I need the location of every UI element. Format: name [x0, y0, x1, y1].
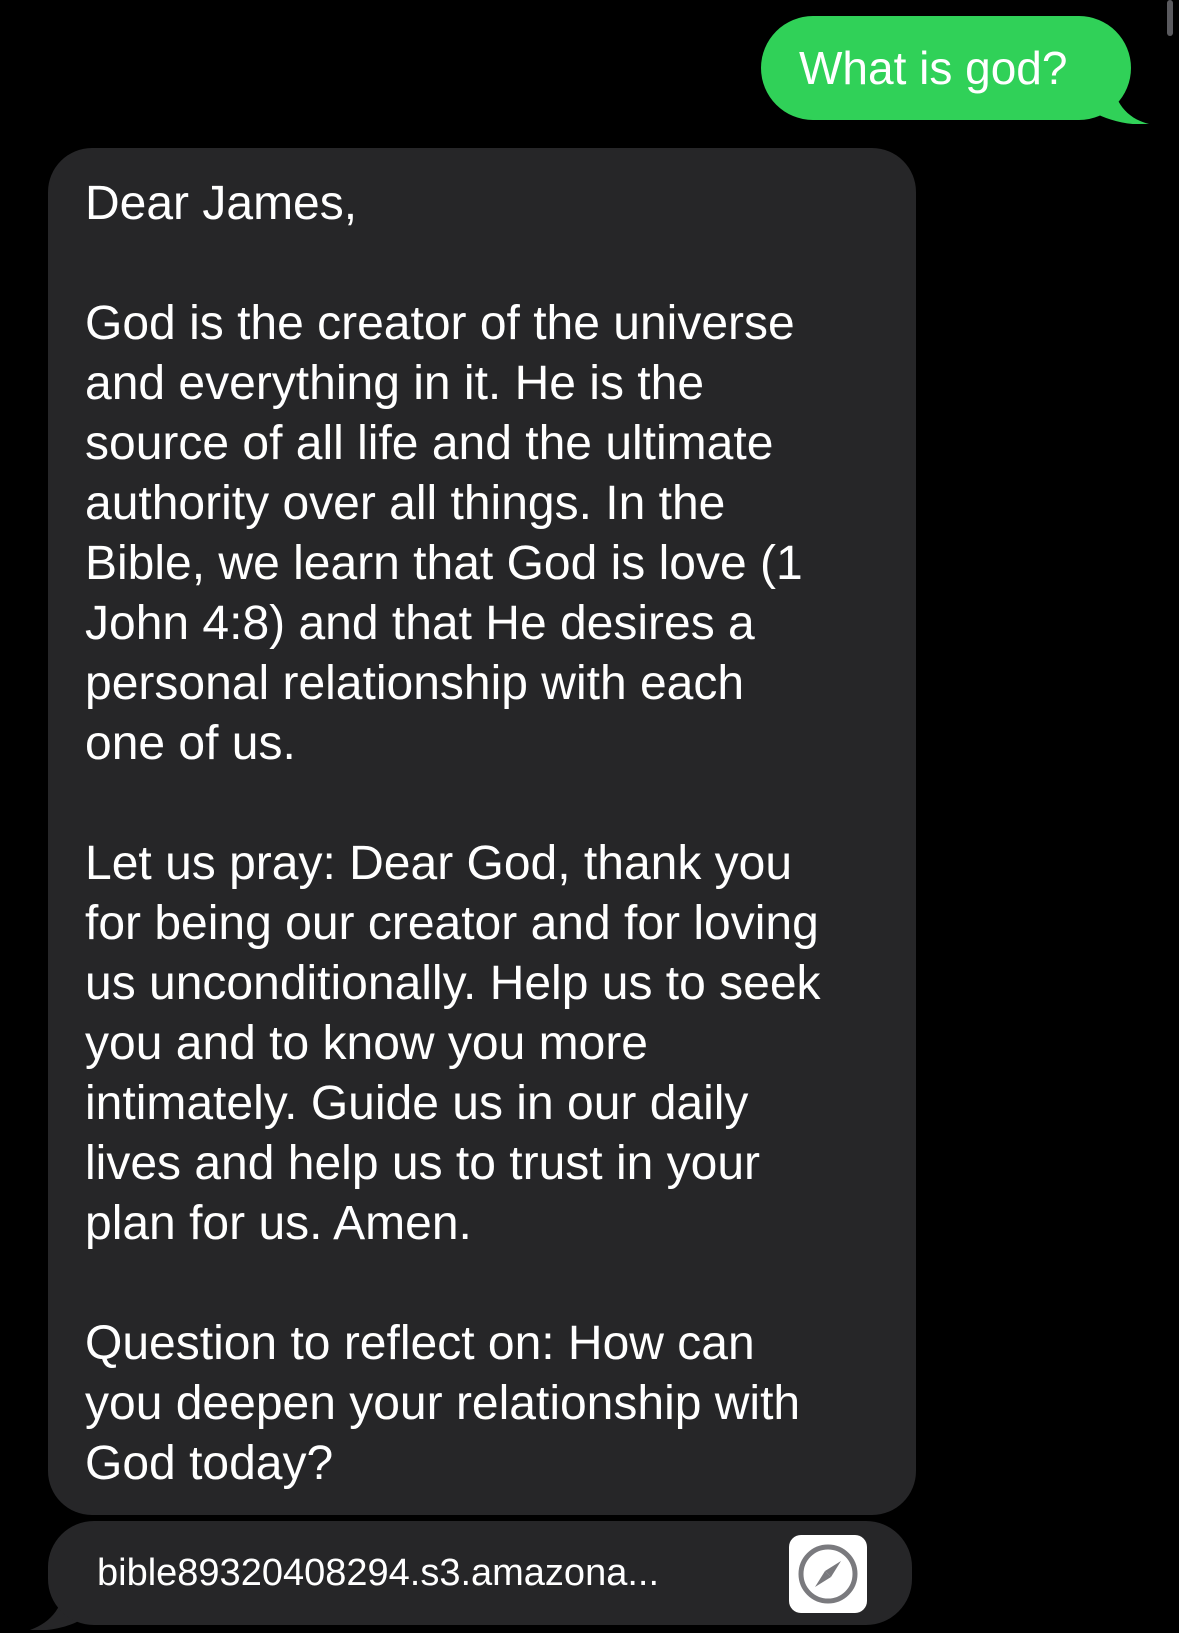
message-line: God is the creator of the universe: [85, 297, 795, 350]
message-line: personal relationship with each: [85, 657, 745, 710]
message-line: one of us.: [85, 717, 296, 770]
outgoing-message-text: What is god?: [761, 16, 1131, 120]
message-line: Question to reflect on: How can: [85, 1317, 755, 1370]
message-line: plan for us. Amen.: [85, 1197, 472, 1250]
message-line: intimately. Guide us in our daily: [85, 1077, 749, 1130]
message-line: you and to know you more: [85, 1017, 648, 1070]
message-line: source of all life and the ultimate: [85, 417, 774, 470]
message-line: [85, 234, 886, 294]
message-line: and everything in it. He is the: [85, 357, 705, 410]
message-line: Let us pray: Dear God, thank you: [85, 837, 793, 890]
message-line: you deepen your relationship with: [85, 1377, 801, 1430]
message-line: authority over all things. In the: [85, 477, 726, 530]
message-line: for being our creator and for loving: [85, 897, 819, 950]
compass-icon: [798, 1544, 858, 1604]
message-line: God today?: [85, 1437, 334, 1490]
message-line: Bible, we learn that God is love (1: [85, 537, 803, 590]
link-preview-url[interactable]: bible89320408294.s3.amazona...: [97, 1521, 659, 1625]
outgoing-message[interactable]: What is god?: [761, 16, 1149, 124]
incoming-message[interactable]: Dear James, God is the creator of the un…: [48, 148, 916, 1515]
message-line: [85, 1254, 886, 1314]
message-line: Dear James,: [85, 177, 358, 230]
message-line: John 4:8) and that He desires a: [85, 597, 755, 650]
open-in-safari-button[interactable]: [789, 1535, 867, 1613]
scroll-indicator[interactable]: [1167, 0, 1173, 36]
message-line: us unconditionally. Help us to seek: [85, 957, 821, 1010]
message-line: [85, 774, 886, 834]
message-line: lives and help us to trust in your: [85, 1137, 761, 1190]
